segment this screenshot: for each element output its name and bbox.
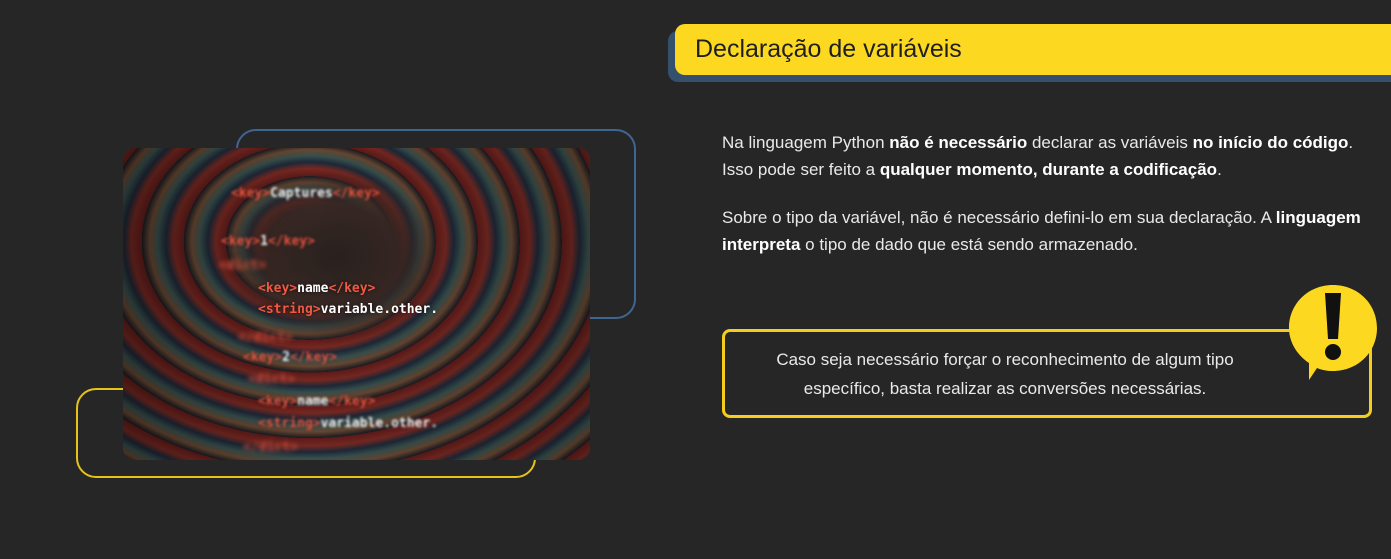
paragraph-declaration: Na linguagem Python não é necessário dec… — [722, 129, 1362, 183]
code-line: <key>Captures</key> — [231, 186, 380, 201]
code-line: <key>1</key> — [221, 234, 315, 249]
text-run: o tipo de dado que está sendo armazenado… — [800, 235, 1138, 254]
code-line: <dict> — [248, 372, 295, 387]
code-line: <string>variable.other. — [258, 416, 439, 431]
text-run: Sobre o tipo da variável, não é necessár… — [722, 208, 1276, 227]
bold-text: não é necessário — [889, 133, 1028, 152]
code-line: <key>name</key> — [258, 281, 376, 296]
code-line: <key>2</key> — [243, 350, 337, 365]
code-line: </dict> — [243, 440, 298, 455]
callout-line: Caso seja necessário forçar o reconhecim… — [776, 350, 1234, 369]
text-run: . — [1217, 160, 1222, 179]
title-banner: Declaração de variáveis — [675, 24, 1391, 75]
callout-text: Caso seja necessário forçar o reconhecim… — [740, 345, 1270, 403]
paragraph-type: Sobre o tipo da variável, não é necessár… — [722, 204, 1362, 258]
bold-text: no início do código — [1192, 133, 1349, 152]
code-line: <dict> — [219, 258, 266, 273]
text-run: Isso pode ser feito a — [722, 160, 880, 179]
text-run: . — [1348, 133, 1354, 152]
text-run: Na linguagem Python — [722, 133, 890, 152]
page-title: Declaração de variáveis — [695, 35, 962, 63]
bold-text: qualquer momento, durante a codificação — [879, 160, 1218, 179]
slide-page: <key>Captures</key> <key>1</key> <dict> … — [0, 0, 1391, 559]
code-line: <key>name</key> — [258, 394, 376, 409]
code-line: <string>variable.other. — [258, 302, 439, 317]
text-run: declarar as variáveis — [1027, 133, 1193, 152]
callout-line: específico, basta realizar as conversões… — [803, 379, 1207, 398]
code-line: </dict> — [238, 330, 293, 345]
code-screenshot-image: <key>Captures</key> <key>1</key> <dict> … — [123, 148, 590, 460]
exclamation-icon — [1289, 285, 1377, 380]
